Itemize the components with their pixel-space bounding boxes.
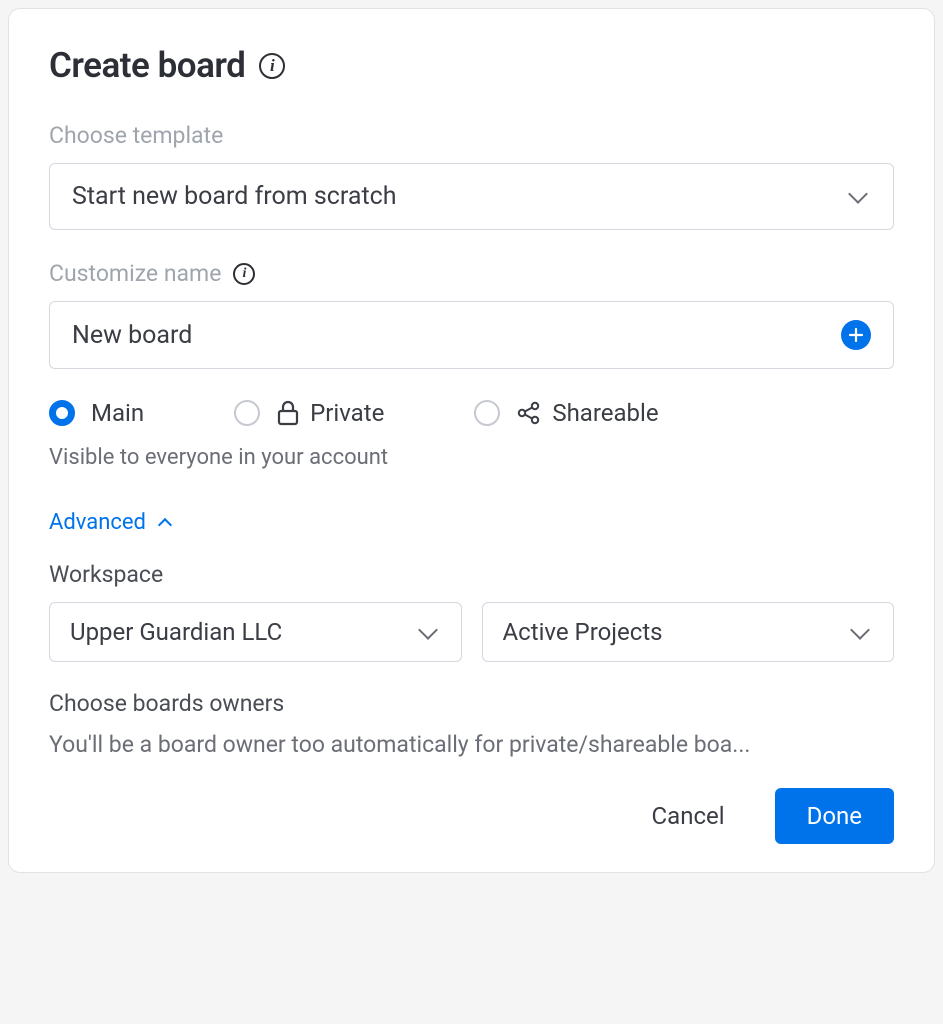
radio-main[interactable]: Main (49, 399, 144, 427)
template-label: Choose template (49, 122, 894, 149)
modal-header: Create board i (49, 45, 894, 86)
done-button[interactable]: Done (775, 788, 894, 844)
name-label-text: Customize name (49, 260, 221, 287)
radio-private-label: Private (276, 399, 384, 427)
owners-label: Choose boards owners (49, 690, 894, 717)
radio-indicator-selected (49, 400, 75, 426)
radio-indicator (234, 400, 260, 426)
info-icon[interactable]: i (233, 263, 255, 285)
visibility-description: Visible to everyone in your account (49, 445, 894, 470)
workspace-row: Upper Guardian LLC Active Projects (49, 602, 894, 662)
visibility-section: Main Private (49, 399, 894, 470)
radio-shareable[interactable]: Shareable (474, 399, 658, 427)
template-value: Start new board from scratch (72, 182, 396, 211)
modal-title: Create board (49, 45, 245, 86)
radio-shareable-text: Shareable (552, 399, 658, 427)
advanced-toggle-label: Advanced (49, 510, 146, 535)
advanced-panel: Workspace Upper Guardian LLC Active Proj… (49, 561, 894, 758)
owners-description: You'll be a board owner too automaticall… (49, 731, 894, 758)
workspace-label: Workspace (49, 561, 894, 588)
folder-select[interactable]: Active Projects (482, 602, 895, 662)
radio-main-label: Main (91, 399, 144, 427)
name-section: Customize name i New board (49, 260, 894, 369)
chevron-down-icon (848, 184, 868, 204)
workspace-select[interactable]: Upper Guardian LLC (49, 602, 462, 662)
radio-indicator (474, 400, 500, 426)
template-select[interactable]: Start new board from scratch (49, 163, 894, 230)
template-section: Choose template Start new board from scr… (49, 122, 894, 230)
radio-private[interactable]: Private (234, 399, 384, 427)
create-board-modal: Create board i Choose template Start new… (8, 8, 935, 873)
cancel-button[interactable]: Cancel (624, 788, 753, 844)
name-label: Customize name i (49, 260, 894, 287)
chevron-down-icon (850, 620, 870, 640)
chevron-down-icon (418, 620, 438, 640)
share-icon (516, 400, 542, 426)
info-icon[interactable]: i (259, 53, 285, 79)
radio-private-text: Private (310, 399, 384, 427)
advanced-toggle[interactable]: Advanced (49, 510, 894, 535)
modal-footer: Cancel Done (49, 788, 894, 844)
chevron-up-icon (158, 517, 172, 531)
radio-shareable-label: Shareable (516, 399, 658, 427)
folder-value: Active Projects (503, 618, 663, 646)
lock-icon (276, 400, 300, 426)
visibility-radio-group: Main Private (49, 399, 894, 427)
board-name-input[interactable]: New board (49, 301, 894, 369)
add-icon[interactable] (841, 320, 871, 350)
board-name-value: New board (72, 321, 192, 350)
workspace-value: Upper Guardian LLC (70, 618, 282, 646)
